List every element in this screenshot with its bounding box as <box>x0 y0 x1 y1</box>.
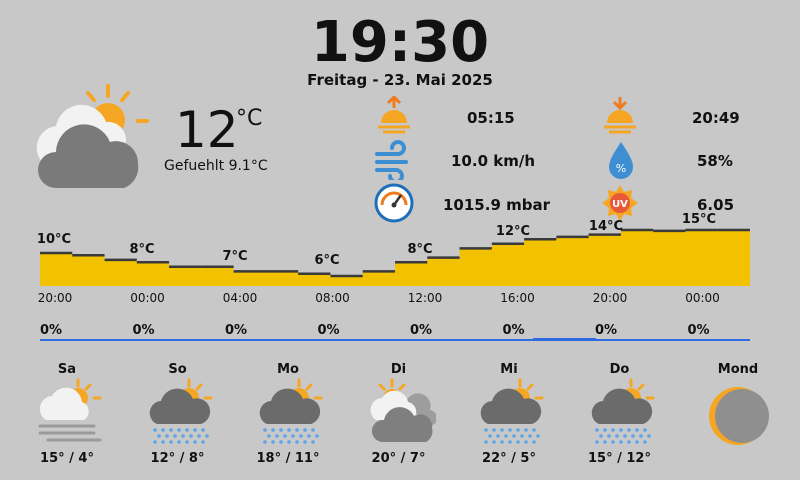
time-tick-label: 04:00 <box>222 291 258 305</box>
time-tick-label: 12:00 <box>407 291 443 305</box>
forecast-temp-range: 12° / 8° <box>150 451 205 466</box>
precipitation-label: 0% <box>409 323 433 338</box>
cloudy-sun-icon <box>370 378 436 442</box>
forecast-day-name: Mi <box>500 362 518 377</box>
temperature-label: 7°C <box>222 249 248 264</box>
fog-sun-icon <box>38 378 102 442</box>
forecast-day-name: So <box>168 362 187 377</box>
precipitation-label: 0% <box>317 323 340 338</box>
precipitation-label: 0% <box>132 323 155 338</box>
forecast-temp-range: 22° / 5° <box>482 451 536 466</box>
temperature-label: 15°C <box>681 212 717 227</box>
time-tick-label: 00:00 <box>685 291 720 305</box>
precipitation-label: 0% <box>594 323 618 338</box>
time-tick-label: 00:00 <box>130 291 165 305</box>
precipitation-label: 0% <box>224 323 248 338</box>
forecast-temp-range: 20° / 7° <box>371 451 426 466</box>
precipitation-label: 0% <box>39 323 63 338</box>
forecast-temp-range: 15° / 12° <box>588 451 651 466</box>
moon-label: Mond <box>717 362 759 377</box>
time-tick-label: 20:00 <box>592 291 628 305</box>
forecast-day-name: Di <box>390 362 407 377</box>
temperature-label: 6°C <box>314 253 340 268</box>
temperature-label: 8°C <box>129 242 155 257</box>
snow-sun-icon <box>480 378 544 444</box>
moon-phase-icon <box>709 387 769 445</box>
forecast-temp-range: 15° / 4° <box>40 451 94 466</box>
forecast-temp-range: 18° / 11° <box>256 451 320 466</box>
snow-sun-icon <box>259 378 323 444</box>
snow-sun-icon <box>149 378 212 444</box>
temperature-label: 12°C <box>495 224 531 239</box>
snow-sun-icon <box>591 378 654 444</box>
time-tick-label: 08:00 <box>315 291 350 305</box>
precipitation-label: 0% <box>687 323 710 338</box>
time-tick-label: 20:00 <box>37 291 73 305</box>
temperature-label: 14°C <box>588 219 624 234</box>
forecast-day-name: Mo <box>277 362 299 377</box>
temperature-area <box>40 230 750 286</box>
temperature-label: 10°C <box>36 232 72 247</box>
temperature-label: 8°C <box>407 242 433 257</box>
forecast-day-name: Sa <box>57 362 77 377</box>
time-tick-label: 16:00 <box>500 291 535 305</box>
forecast-day-name: Do <box>609 362 630 377</box>
precipitation-label: 0% <box>502 323 525 338</box>
